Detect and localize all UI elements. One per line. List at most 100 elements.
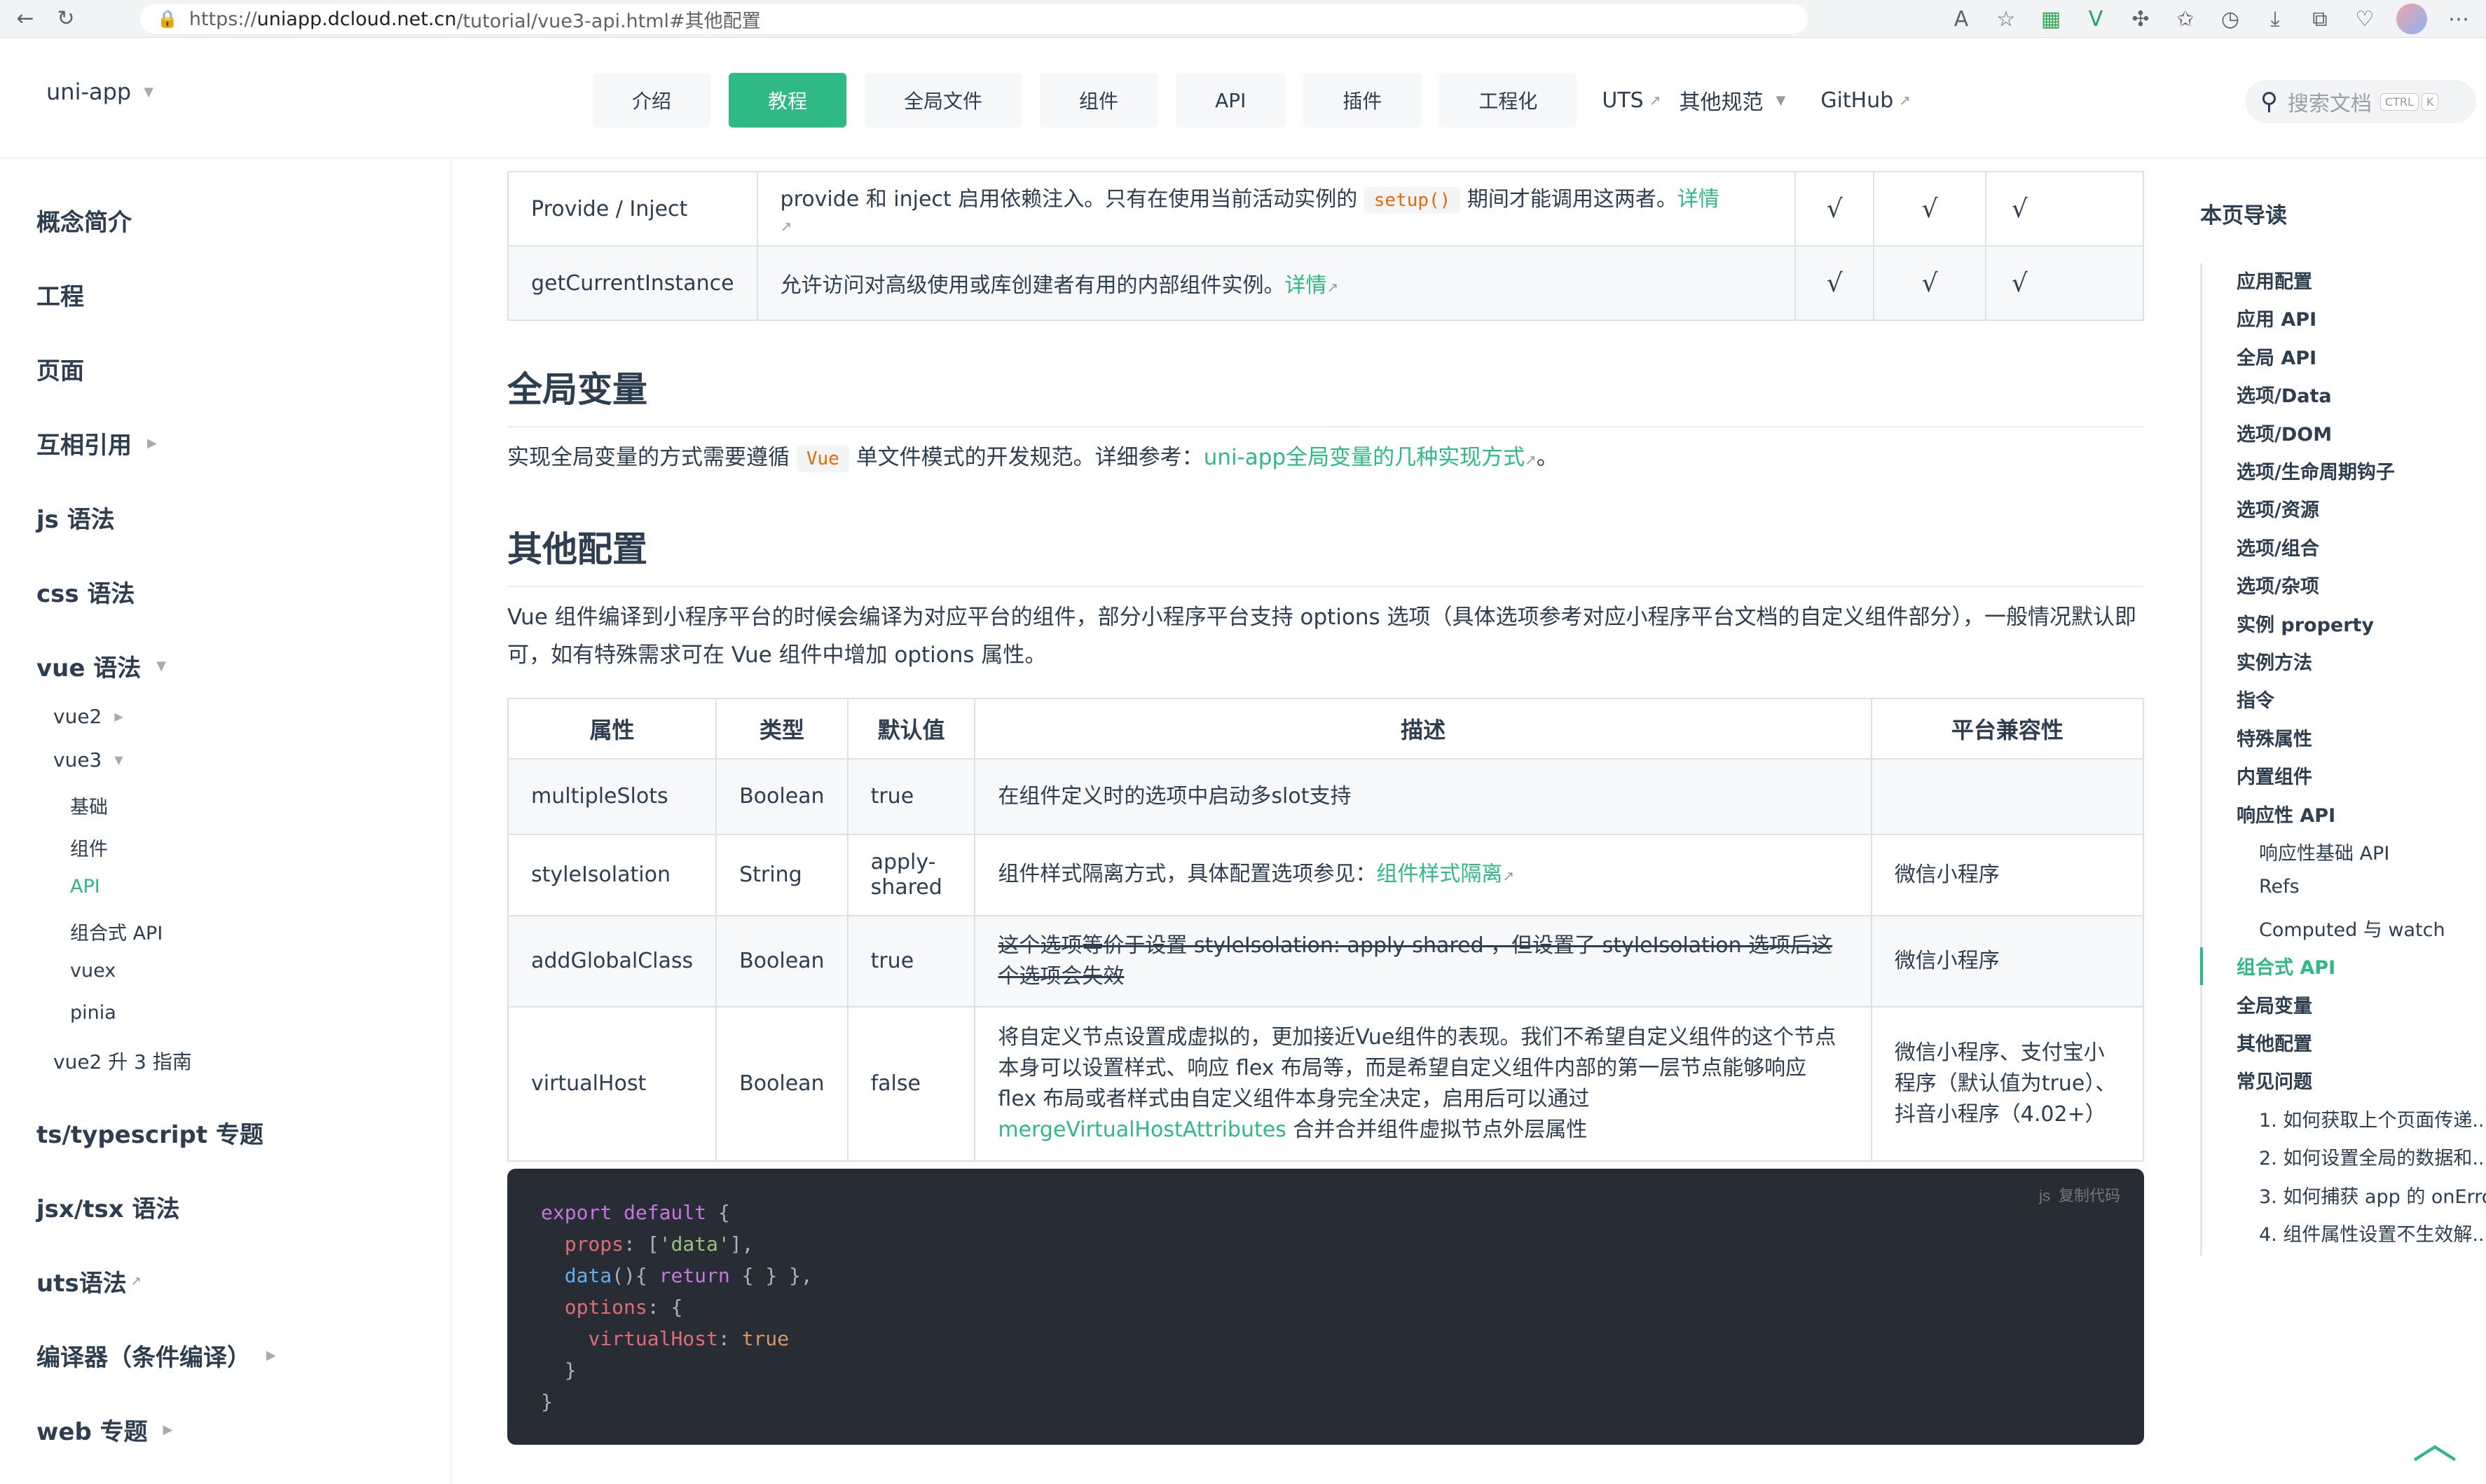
favorites-icon[interactable]: ✩	[2172, 6, 2199, 32]
toc-item[interactable]: 指令	[2237, 685, 2274, 713]
detail-link[interactable]: 详情	[1677, 187, 1719, 212]
star-icon[interactable]: ☆	[1993, 6, 2019, 32]
address-bar[interactable]: 🔒 https://uniapp.dcloud.net.cn/tutorial/…	[140, 4, 1808, 34]
toc-item[interactable]: 选项/DOM	[2237, 419, 2332, 446]
read-aloud-icon[interactable]: A	[1948, 6, 1975, 32]
sidebar-item-composition-api[interactable]: 组合式 API	[70, 918, 163, 945]
download-icon[interactable]: ⤓	[2262, 6, 2288, 32]
sidebar-item-vue[interactable]: vue 语法 ▼	[36, 649, 166, 683]
api-desc: 允许访问对高级使用或库创建者有用的内部组件实例。详情↗	[756, 245, 1797, 321]
sidebar-item-uts[interactable]: uts语法 ↗	[36, 1264, 142, 1298]
toc-item[interactable]: 2. 如何设置全局的数据和...	[2259, 1143, 2486, 1170]
extension-grid-icon[interactable]: ▦	[2038, 6, 2064, 32]
global-vars-link[interactable]: uni-app全局变量的几种实现方式	[1204, 445, 1525, 470]
column-header: 默认值	[846, 698, 976, 760]
option-prop: virtualHost	[507, 1006, 717, 1162]
url-prefix: https://	[188, 8, 257, 30]
sidebar-item-api[interactable]: API	[70, 876, 100, 898]
brand-menu[interactable]: uni-app ▼	[46, 78, 153, 105]
toc-item[interactable]: 4. 组件属性设置不生效解...	[2259, 1219, 2486, 1246]
more-icon[interactable]: ⋯	[2445, 6, 2472, 32]
other-spec-menu[interactable]: 其他规范 ▼	[1679, 85, 1785, 116]
detail-link[interactable]: 详情	[1285, 273, 1327, 298]
sidebar-item-components[interactable]: 组件	[70, 834, 108, 861]
option-default: apply-shared	[846, 834, 976, 916]
toc-item[interactable]: 选项/生命周期钩子	[2237, 457, 2395, 484]
profile-avatar[interactable]	[2396, 4, 2427, 34]
sidebar-item-compiler[interactable]: 编译器（条件编译） ▶	[36, 1338, 276, 1373]
history-icon[interactable]: ◷	[2217, 6, 2244, 32]
extension-v-icon[interactable]: V	[2082, 6, 2109, 32]
collections-icon[interactable]: ⧉	[2307, 6, 2333, 32]
tab-global-files[interactable]: 全局文件	[865, 73, 1022, 128]
tab-components[interactable]: 组件	[1040, 73, 1158, 128]
back-to-top-icon[interactable]: ︿	[2410, 1421, 2459, 1466]
api-name: getCurrentInstance	[507, 245, 758, 321]
global-vars-text: 实现全局变量的方式需要遵循 Vue 单文件模式的开发规范。详细参考：uni-ap…	[507, 439, 2144, 479]
tab-tutorial[interactable]: 教程	[729, 73, 847, 128]
toc-item[interactable]: 3. 如何捕获 app 的 onErro	[2259, 1181, 2486, 1209]
sidebar-item-vue2[interactable]: vue2 ▶	[53, 705, 123, 728]
external-link-icon: ↗	[1326, 279, 1339, 296]
toc-item[interactable]: 组合式 API	[2237, 952, 2335, 980]
sidebar-item-typescript[interactable]: ts/typescript 专题	[36, 1115, 263, 1150]
sidebar-item-concepts[interactable]: 概念简介	[36, 203, 132, 238]
sidebar-item-vuex[interactable]: vuex	[70, 960, 116, 982]
tab-api[interactable]: API	[1176, 73, 1286, 128]
sidebar-item-pinia[interactable]: pinia	[70, 1002, 116, 1024]
style-isolation-link[interactable]: 组件样式隔离	[1376, 862, 1502, 886]
toc-item[interactable]: 全局变量	[2237, 991, 2312, 1018]
toc-item[interactable]: 选项/杂项	[2237, 571, 2319, 598]
sidebar-item-project[interactable]: 工程	[36, 277, 84, 312]
toc-item[interactable]: 选项/资源	[2237, 495, 2319, 522]
toc-item[interactable]: 实例 property	[2237, 610, 2374, 637]
tab-engineering[interactable]: 工程化	[1439, 73, 1577, 128]
toc-item[interactable]: 应用 API	[2237, 304, 2316, 331]
github-link[interactable]: GitHub ↗	[1820, 88, 1911, 113]
tab-plugins[interactable]: 插件	[1303, 73, 1422, 128]
toc-item[interactable]: 1. 如何获取上个页面传递...	[2259, 1105, 2486, 1132]
chevron-right-icon: ▶	[266, 1348, 276, 1363]
toc-item[interactable]: Refs	[2259, 876, 2300, 898]
merge-attributes-link[interactable]: mergeVirtualHostAttributes	[998, 1118, 1286, 1142]
search-box[interactable]: ⚲ 搜索文档 CTRL K	[2245, 80, 2476, 123]
toc-item[interactable]: 实例方法	[2237, 647, 2312, 675]
toc-item[interactable]: 选项/组合	[2237, 533, 2319, 561]
performance-icon[interactable]: ♡	[2351, 6, 2378, 32]
sidebar-item-js[interactable]: js 语法	[36, 500, 115, 535]
options-table: 属性 类型 默认值 描述 平台兼容性 multipleSlots Boolean…	[507, 698, 2145, 1162]
toc-item[interactable]: 内置组件	[2237, 762, 2312, 789]
api-desc: provide 和 inject 启用依赖注入。只有在使用当前活动实例的 set…	[756, 171, 1797, 247]
sidebar-item-web[interactable]: web 专题 ▶	[36, 1413, 173, 1447]
sidebar-item-basics[interactable]: 基础	[70, 792, 108, 819]
copy-code-button[interactable]: 复制代码	[2059, 1180, 2120, 1211]
tab-intro[interactable]: 介绍	[593, 73, 711, 128]
reload-icon[interactable]: ↻	[50, 4, 81, 34]
url-path: /tutorial/vue3-api.html#其他配置	[456, 10, 761, 32]
column-header: 平台兼容性	[1870, 698, 2145, 760]
toc-item[interactable]: 响应性基础 API	[2259, 838, 2389, 865]
toc-item[interactable]: 其他配置	[2237, 1029, 2312, 1056]
toc-item[interactable]: Computed 与 watch	[2259, 914, 2445, 942]
back-arrow-icon[interactable]: ←	[10, 4, 41, 34]
sidebar-item-jsx[interactable]: jsx/tsx 语法	[36, 1190, 180, 1224]
toc-item[interactable]: 选项/Data	[2237, 380, 2332, 408]
toc-active-marker	[2200, 947, 2203, 985]
compat-check: √	[1794, 245, 1875, 321]
option-desc: 组件样式隔离方式，具体配置选项参见：组件样式隔离↗	[974, 834, 1872, 916]
toc-item[interactable]: 全局 API	[2237, 343, 2316, 370]
browser-tools: A ☆ ▦ V ✣ ✩ ◷ ⤓ ⧉ ♡ ⋯	[1948, 3, 2472, 35]
sidebar-item-css[interactable]: css 语法	[36, 575, 135, 609]
sidebar-item-reference[interactable]: 互相引用 ▶	[36, 426, 157, 460]
option-desc: 在组件定义时的选项中启动多slot支持	[974, 758, 1872, 835]
chevron-down-icon: ▼	[114, 753, 123, 767]
toc-item[interactable]: 响应性 API	[2237, 800, 2335, 827]
sidebar-item-vue3[interactable]: vue3 ▼	[53, 748, 123, 771]
toc-item[interactable]: 应用配置	[2237, 266, 2312, 294]
toc-item[interactable]: 常见问题	[2237, 1066, 2312, 1094]
puzzle-icon[interactable]: ✣	[2127, 6, 2154, 32]
uts-link[interactable]: UTS ↗	[1602, 88, 1661, 113]
toc-item[interactable]: 特殊属性	[2237, 724, 2312, 751]
sidebar-item-upgrade-guide[interactable]: vue2 升 3 指南	[53, 1047, 192, 1075]
sidebar-item-pages[interactable]: 页面	[36, 352, 84, 386]
